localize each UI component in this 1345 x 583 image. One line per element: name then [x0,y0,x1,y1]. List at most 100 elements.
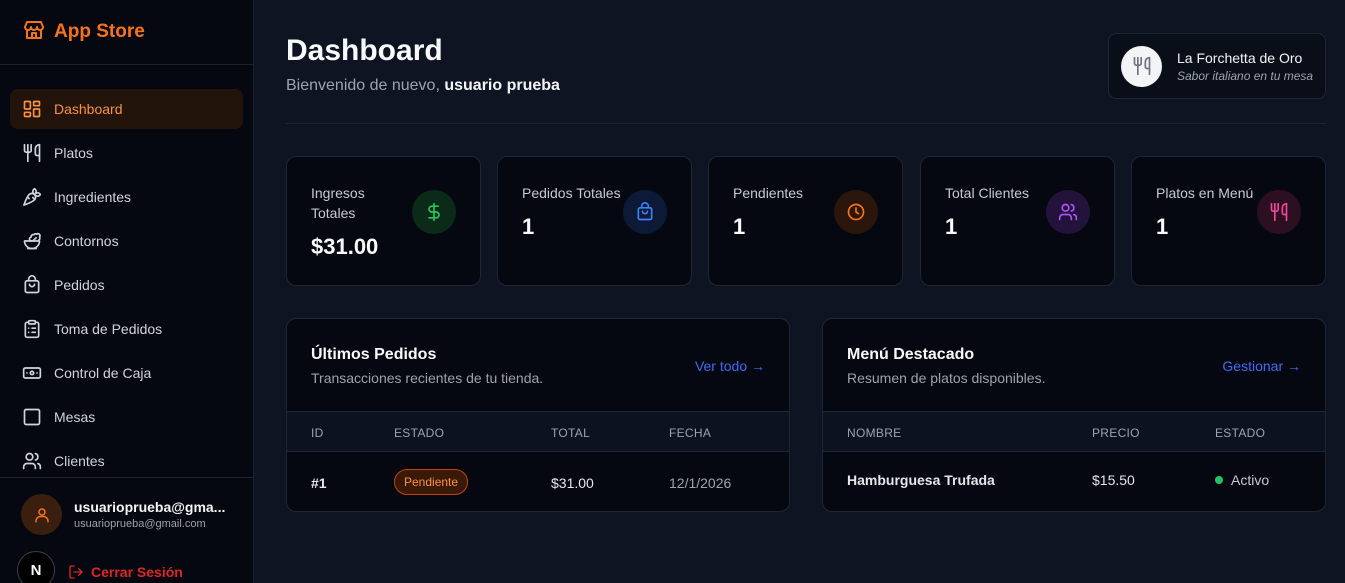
view-all-link[interactable]: Ver todo → [695,358,765,374]
table-row[interactable]: Hamburguesa Trufada $15.50 Activo [823,453,1325,511]
sidebar-item-label: Clientes [54,453,105,469]
column-header-estado: ESTADO [1215,426,1266,440]
column-header-nombre: NOMBRE [847,426,902,440]
column-header-estado: ESTADO [394,426,445,440]
utensils-icon [1257,190,1301,234]
panel-title: Menú Destacado [847,346,975,363]
restaurant-logo [1121,45,1162,87]
table-header: ID ESTADO TOTAL FECHA [287,411,789,452]
stat-label: Ingresos Totales [311,185,365,221]
stat-value: 1 [522,214,535,239]
dish-status: Activo [1231,472,1270,488]
dollar-icon [412,190,456,234]
cash-register-icon [22,363,42,383]
sidebar-item-label: Control de Caja [54,365,152,381]
order-date: 12/1/2026 [669,475,732,491]
brand-name: App Store [54,21,145,42]
sidebar-item-ingredientes[interactable]: Ingredientes [10,177,243,217]
sidebar-item-label: Toma de Pedidos [54,321,163,337]
nextjs-badge[interactable]: N [17,551,55,583]
stat-card-platos: Platos en Menú 1 [1131,156,1326,286]
shopping-bag-icon [22,275,42,295]
sidebar-item-label: Contornos [54,233,119,249]
sidebar-item-label: Dashboard [54,101,123,117]
user-name: usuarioprueba@gma... [74,499,226,515]
sidebar-item-label: Platos [54,145,93,161]
logout-button[interactable]: Cerrar Sesión [68,564,183,580]
user-email: usuarioprueba@gmail.com [74,518,206,530]
sidebar-item-dashboard[interactable]: Dashboard [10,89,243,129]
status-badge: Pendiente [394,469,469,495]
stat-label: Platos en Menú [1156,185,1254,201]
restaurant-tagline: Sabor italiano en tu mesa [1177,68,1314,83]
user-panel: usuarioprueba@gma... usuarioprueba@gmail… [0,477,253,583]
featured-menu-panel: Menú Destacado Resumen de platos disponi… [822,318,1326,512]
store-icon [22,18,46,47]
stat-card-pendientes: Pendientes 1 [708,156,903,286]
panel-subtitle: Resumen de platos disponibles. [847,370,1046,386]
salad-bowl-icon [22,231,42,251]
main-content: Dashboard Bienvenido de nuevo, usuario p… [254,0,1345,583]
page-title: Dashboard [286,34,443,67]
dashboard-grid-icon [22,99,42,119]
panel-subtitle: Transacciones recientes de tu tienda. [311,370,544,386]
carrot-icon [22,187,42,207]
stat-value: 1 [1156,214,1169,239]
order-id: #1 [311,475,327,491]
clipboard-list-icon [22,319,42,339]
user-profile[interactable]: usuarioprueba@gma... usuarioprueba@gmail… [21,494,234,535]
stat-label: Total Clientes [945,185,1030,201]
column-header-fecha: FECHA [669,426,712,440]
stat-card-pedidos: Pedidos Totales 1 [497,156,692,286]
sidebar-item-label: Mesas [54,409,96,425]
sidebar-item-pedidos[interactable]: Pedidos [10,265,243,305]
logout-label: Cerrar Sesión [91,564,183,580]
dish-price: $15.50 [1092,472,1135,488]
sidebar-item-toma-de-pedidos[interactable]: Toma de Pedidos [10,309,243,349]
brand[interactable]: App Store [0,0,253,65]
column-header-precio: PRECIO [1092,426,1140,440]
user-icon [34,507,49,522]
stat-value: 1 [945,214,958,239]
order-total: $31.00 [551,475,594,491]
welcome-prefix: Bienvenido de nuevo, [286,77,440,94]
welcome-text: Bienvenido de nuevo, usuario prueba [286,77,560,95]
avatar [21,494,62,535]
table-header: NOMBRE PRECIO ESTADO [823,411,1325,452]
sidebar-item-platos[interactable]: Platos [10,133,243,173]
sidebar-item-clientes[interactable]: Clientes [10,441,243,481]
stat-card-ingresos: Ingresos Totales $31.00 [286,156,481,286]
utensils-icon [22,143,42,163]
stat-label: Pendientes [733,185,804,201]
stat-value: $31.00 [311,234,379,259]
logout-icon [69,565,83,579]
stat-value: 1 [733,214,746,239]
column-header-total: TOTAL [551,426,591,440]
sidebar-nav: Dashboard Platos Ingredientes Contornos … [0,65,253,481]
stat-label: Pedidos Totales [522,185,621,201]
dish-name: Hamburguesa Trufada [847,472,995,488]
welcome-user: usuario prueba [444,77,560,94]
sidebar-item-control-de-caja[interactable]: Control de Caja [10,353,243,393]
sidebar: App Store Dashboard Platos Ingredientes … [0,0,254,583]
users-icon [1046,190,1090,234]
shopping-bag-icon [623,190,667,234]
restaurant-name: La Forchetta de Oro [1177,49,1303,66]
clock-icon [834,190,878,234]
manage-link[interactable]: Gestionar → [1222,358,1301,374]
sidebar-item-label: Ingredientes [54,189,132,205]
sidebar-item-contornos[interactable]: Contornos [10,221,243,261]
header-divider [286,123,1326,124]
users-icon [22,451,42,471]
sidebar-item-label: Pedidos [54,277,105,293]
square-icon [22,407,42,427]
status-dot [1215,476,1223,484]
stat-card-clientes: Total Clientes 1 [920,156,1115,286]
restaurant-card[interactable]: La Forchetta de Oro Sabor italiano en tu… [1108,33,1326,99]
column-header-id: ID [311,426,324,440]
panel-title: Últimos Pedidos [311,346,437,363]
table-row[interactable]: #1 Pendiente $31.00 12/1/2026 [287,453,789,511]
sidebar-item-mesas[interactable]: Mesas [10,397,243,437]
recent-orders-panel: Últimos Pedidos Transacciones recientes … [286,318,790,512]
utensils-icon [1133,56,1150,76]
